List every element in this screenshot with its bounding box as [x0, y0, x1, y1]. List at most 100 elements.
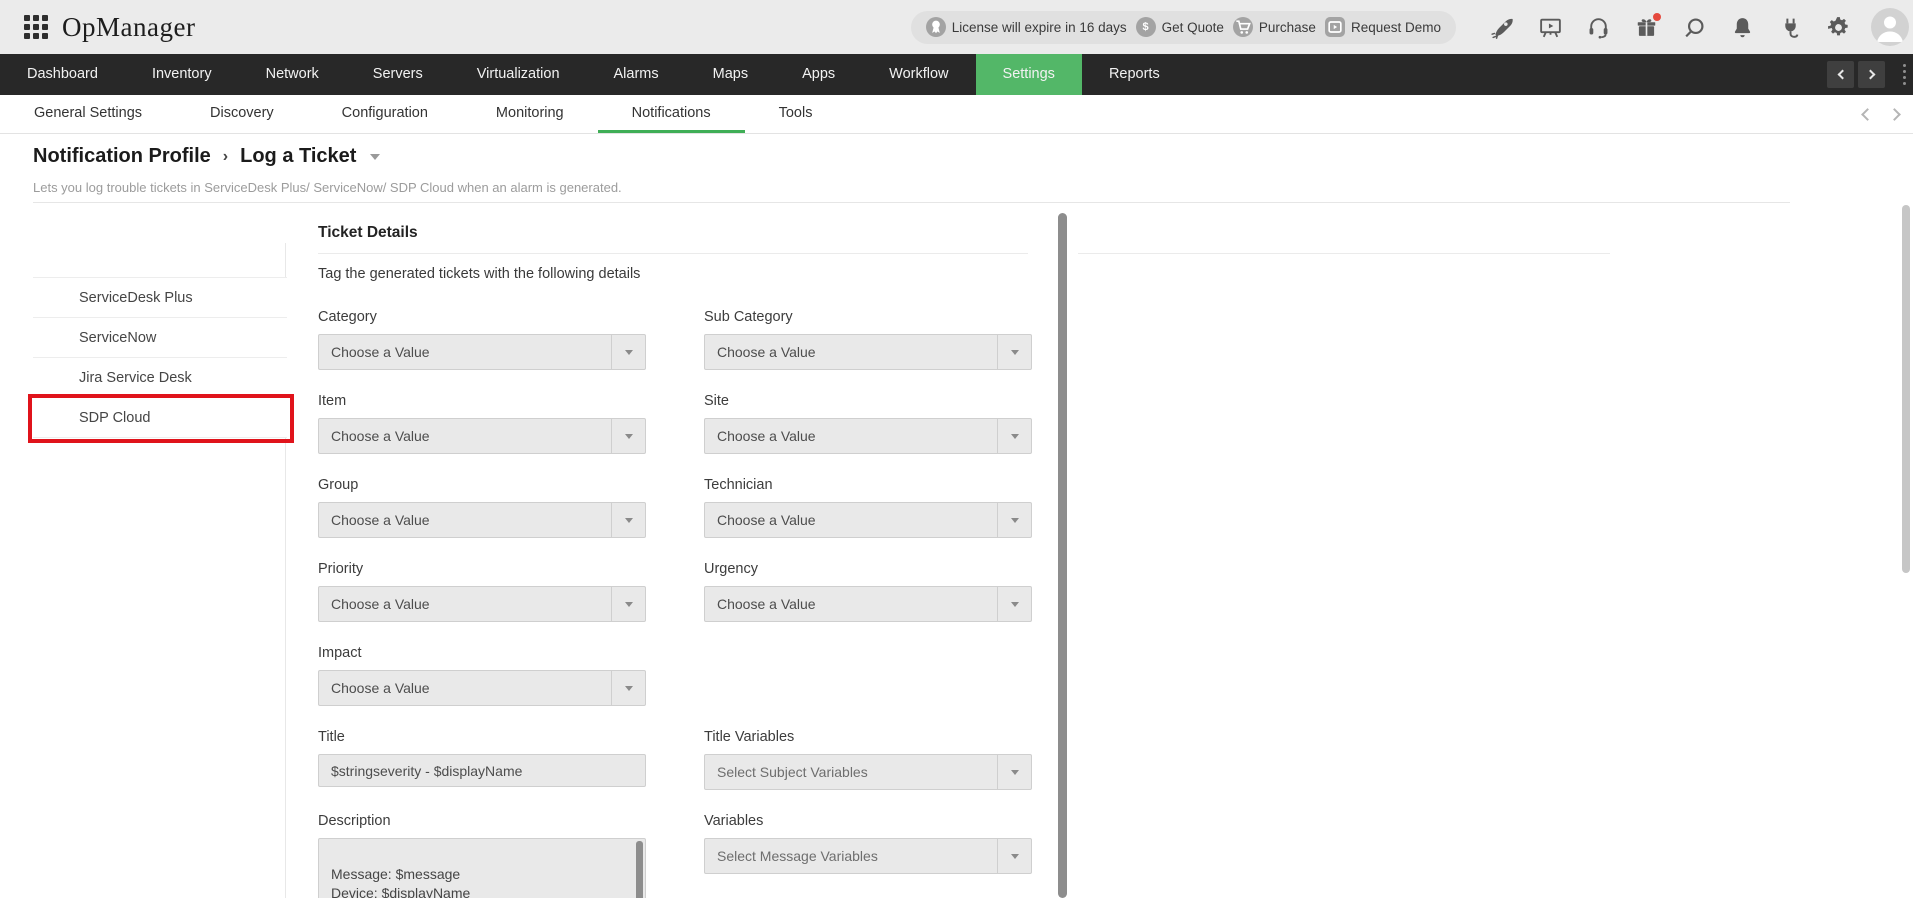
breadcrumb-separator: ›: [222, 147, 229, 165]
subnav-item-configuration[interactable]: Configuration: [308, 95, 462, 133]
nav-item-network[interactable]: Network: [239, 54, 346, 95]
nav-item-apps[interactable]: Apps: [775, 54, 862, 95]
category-select[interactable]: Choose a Value: [318, 334, 646, 370]
variables-select[interactable]: Select Message Variables: [704, 838, 1032, 874]
breadcrumb-dropdown-caret-icon[interactable]: [370, 153, 381, 160]
support-headset-icon[interactable]: [1586, 15, 1611, 40]
field-label: Impact: [318, 645, 362, 661]
chevron-down-icon: [611, 671, 645, 705]
settings-gear-icon[interactable]: [1826, 15, 1851, 40]
field-label: Technician: [704, 477, 773, 493]
list-item-jira-service-desk[interactable]: Jira Service Desk: [33, 358, 287, 398]
section-title: Ticket Details: [318, 224, 418, 241]
nav-item-settings[interactable]: Settings: [975, 54, 1082, 95]
field-label: Description: [318, 813, 391, 829]
sub-category-select[interactable]: Choose a Value: [704, 334, 1032, 370]
field-label: Sub Category: [704, 309, 793, 325]
nav-item-reports[interactable]: Reports: [1082, 54, 1187, 95]
subnav-item-notifications[interactable]: Notifications: [597, 95, 745, 133]
page-description: Lets you log trouble tickets in ServiceD…: [33, 180, 622, 195]
description-textarea[interactable]: Message: $message Device: $displayName C…: [318, 838, 646, 898]
select-value: Choose a Value: [331, 428, 430, 444]
top-header: OpManager License will expire in 16 days…: [0, 0, 1913, 54]
chevron-down-icon: [997, 419, 1031, 453]
urgency-select[interactable]: Choose a Value: [704, 586, 1032, 622]
subnav-item-monitoring[interactable]: Monitoring: [462, 95, 598, 133]
subnav-item-discovery[interactable]: Discovery: [176, 95, 308, 133]
nav-item-alarms[interactable]: Alarms: [587, 54, 686, 95]
section-divider-left: [318, 253, 1028, 254]
chevron-down-icon: [611, 335, 645, 369]
list-item-servicedesk-plus[interactable]: ServiceDesk Plus: [33, 278, 287, 318]
title-variables-select[interactable]: Select Subject Variables: [704, 754, 1032, 790]
subnav-item-general-settings[interactable]: General Settings: [0, 95, 176, 133]
nav-item-workflow[interactable]: Workflow: [862, 54, 975, 95]
subnav-item-tools[interactable]: Tools: [745, 95, 847, 133]
field-label: Site: [704, 393, 729, 409]
nav-scroll-right-button[interactable]: [1858, 61, 1885, 88]
list-item-servicenow[interactable]: ServiceNow: [33, 318, 287, 358]
nav-item-dashboard[interactable]: Dashboard: [0, 54, 125, 95]
group-select[interactable]: Choose a Value: [318, 502, 646, 538]
cart-icon: [1232, 17, 1253, 37]
chevron-down-icon: [997, 755, 1031, 789]
subnav-chevron-right-icon[interactable]: [1888, 108, 1901, 121]
nav-item-virtualization[interactable]: Virtualization: [450, 54, 587, 95]
user-avatar[interactable]: [1871, 8, 1909, 46]
window-scrollbar-thumb[interactable]: [1902, 205, 1910, 573]
nav-scroll-left-button[interactable]: [1827, 61, 1854, 88]
select-value: Choose a Value: [717, 344, 816, 360]
header-right: License will expire in 16 days $ Get Quo…: [910, 8, 1913, 46]
select-value: Choose a Value: [717, 512, 816, 528]
chevron-right-icon: [1865, 69, 1875, 80]
section-divider-right: [1078, 253, 1610, 254]
notifications-bell-icon[interactable]: [1730, 15, 1755, 40]
breadcrumb-log-a-ticket[interactable]: Log a Ticket: [240, 145, 356, 168]
breadcrumb-notification-profile[interactable]: Notification Profile: [33, 145, 211, 168]
technician-select[interactable]: Choose a Value: [704, 502, 1032, 538]
nav-item-inventory[interactable]: Inventory: [125, 54, 239, 95]
impact-select[interactable]: Choose a Value: [318, 670, 646, 706]
chevron-down-icon: [611, 503, 645, 537]
title-input[interactable]: [318, 754, 646, 787]
field-label: Category: [318, 309, 377, 325]
field-label: Title: [318, 729, 345, 745]
purchase-label: Purchase: [1258, 19, 1316, 35]
search-icon[interactable]: [1682, 15, 1707, 40]
chevron-down-icon: [997, 335, 1031, 369]
description-scrollbar-thumb[interactable]: [636, 841, 643, 898]
priority-select[interactable]: Choose a Value: [318, 586, 646, 622]
get-quote-button[interactable]: $ Get Quote: [1135, 17, 1224, 37]
section-subtitle: Tag the generated tickets with the follo…: [318, 266, 641, 282]
field-urgency: Urgency Choose a Value: [704, 561, 1032, 622]
license-status: License will expire in 16 days: [925, 17, 1127, 37]
demo-screen-icon[interactable]: [1538, 15, 1563, 40]
rocket-icon[interactable]: [1490, 15, 1515, 40]
nav-item-servers[interactable]: Servers: [346, 54, 450, 95]
request-demo-button[interactable]: Request Demo: [1324, 17, 1441, 37]
apps-grid-icon[interactable]: [24, 15, 48, 39]
license-medal-icon: [925, 17, 946, 37]
breadcrumb: Notification Profile › Log a Ticket: [33, 145, 381, 168]
field-label: Variables: [704, 813, 764, 829]
notification-dot: [1653, 12, 1661, 21]
subnav-chevron-left-icon[interactable]: [1861, 108, 1874, 121]
demo-video-icon: [1324, 17, 1345, 37]
nav-overflow-dots-icon[interactable]: [1895, 54, 1913, 95]
main-nav: Dashboard Inventory Network Servers Virt…: [0, 54, 1913, 95]
chevron-down-icon: [997, 587, 1031, 621]
addons-plug-icon[interactable]: [1778, 15, 1803, 40]
page-divider: [33, 202, 1790, 203]
header-icon-row: [1490, 12, 1851, 40]
select-value: Choose a Value: [331, 344, 430, 360]
purchase-button[interactable]: Purchase: [1232, 17, 1316, 37]
rewards-gift-icon[interactable]: [1634, 12, 1661, 40]
nav-item-maps[interactable]: Maps: [686, 54, 775, 95]
field-item: Item Choose a Value: [318, 393, 646, 454]
subnav-spacer: [846, 95, 1863, 133]
site-select[interactable]: Choose a Value: [704, 418, 1032, 454]
panel-scrollbar-thumb[interactable]: [1058, 213, 1067, 898]
item-select[interactable]: Choose a Value: [318, 418, 646, 454]
list-item-sdp-cloud[interactable]: SDP Cloud: [33, 398, 287, 438]
